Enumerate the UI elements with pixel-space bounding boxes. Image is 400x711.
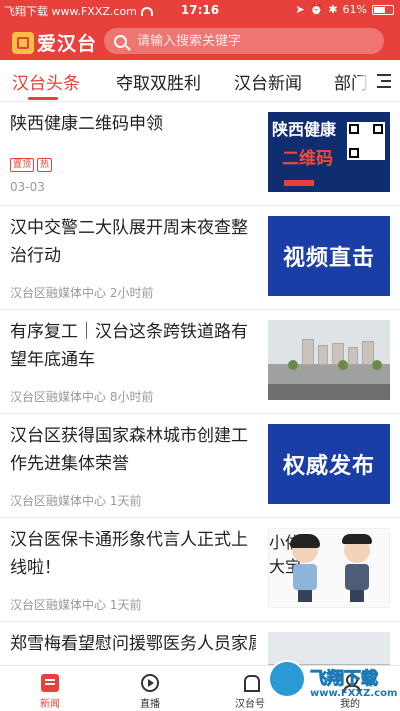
nav-label: 直播: [140, 699, 160, 710]
thumb-text: 二维码: [282, 149, 333, 169]
bluetooth-icon: ✱: [328, 3, 338, 16]
logo-text: 爱汉台: [37, 33, 98, 55]
news-item[interactable]: 有序复工｜汉台这条跨铁道路有望年底通车 汉台区融媒体中心 8小时前: [0, 310, 400, 414]
news-title: 陕西健康二维码申领: [10, 114, 163, 134]
thumb-text: 权威发布: [282, 454, 375, 479]
news-meta: 汉台区融媒体中心 1天前: [10, 598, 142, 612]
news-badges: 置顶 热: [10, 158, 53, 172]
search-input[interactable]: [137, 33, 367, 49]
status-bar: 飞翔下载 www.FXXZ.com 17:16 ➤ ⏰ ✱ 61%: [0, 0, 400, 22]
alarm-icon: ⏰: [309, 3, 324, 16]
mascot-girl: [287, 534, 323, 602]
news-meta: 汉台区融媒体中心 1天前: [10, 494, 142, 508]
active-tab-indicator: [28, 97, 58, 100]
category-tabs: 汉台头条 夺取双胜利 汉台新闻 部门: [0, 60, 400, 102]
site-watermark: 飞翔下载 www.FXXZ.com: [268, 658, 398, 708]
news-item[interactable]: 汉台医保卡通形象代言人正式上线啦！ 汉台区融媒体中心 1天前 小依 大宝: [0, 518, 400, 622]
thumb-text: 视频直击: [282, 246, 375, 271]
status-right: ➤ ⏰ ✱ 61%: [295, 3, 394, 16]
hantai-hao-icon: [241, 674, 260, 692]
news-thumbnail: 陕西健康 二维码: [268, 112, 390, 192]
search-bar[interactable]: [104, 28, 384, 54]
tab-double-victory[interactable]: 夺取双胜利: [116, 69, 201, 94]
battery-fill: [374, 6, 385, 13]
tabs-menu-icon[interactable]: [368, 60, 400, 101]
app-header: 爱汉台: [0, 22, 400, 60]
news-title: 汉台区获得国家森林城市创建工作先进集体荣誉: [10, 426, 248, 474]
news-title: 汉台医保卡通形象代言人正式上线啦！: [10, 530, 248, 578]
qr-code-icon: [347, 122, 385, 160]
tab-hantai-toutiao[interactable]: 汉台头条: [12, 69, 80, 94]
news-icon: [41, 674, 59, 692]
news-meta: 汉台区融媒体中心 2小时前: [10, 286, 154, 300]
watermark-text: 飞翔下载: [310, 669, 379, 690]
search-icon: [114, 34, 127, 48]
watermark-url: www.FXXZ.com: [310, 688, 398, 699]
news-thumbnail: [268, 320, 390, 400]
news-title: 汉中交警二大队展开周末夜查整治行动: [10, 218, 248, 266]
news-meta: 03-03: [10, 180, 45, 194]
nav-label: 新闻: [40, 699, 60, 710]
news-item[interactable]: 陕西健康二维码申领 置顶 热 03-03 陕西健康 二维码: [0, 102, 400, 206]
news-item[interactable]: 汉台区获得国家森林城市创建工作先进集体荣誉 汉台区融媒体中心 1天前 权威发布: [0, 414, 400, 518]
news-title: 有序复工｜汉台这条跨铁道路有望年底通车: [10, 322, 248, 370]
app-logo[interactable]: 爱汉台: [12, 29, 97, 56]
battery-percent: 61%: [342, 3, 367, 16]
news-thumbnail: 小依 大宝: [268, 528, 390, 608]
battery-icon: [372, 4, 394, 15]
nav-live[interactable]: 直播: [100, 666, 200, 711]
news-thumbnail: 权威发布: [268, 424, 390, 504]
mascot-boy: [339, 534, 375, 602]
news-meta: 汉台区融媒体中心 8小时前: [10, 390, 154, 404]
tab-departments[interactable]: 部门: [334, 69, 368, 94]
thumb-strip: [284, 180, 314, 186]
watermark-logo-icon: [268, 660, 306, 698]
live-icon: [141, 674, 159, 692]
nav-news[interactable]: 新闻: [0, 666, 100, 711]
news-thumbnail: 视频直击: [268, 216, 390, 296]
nav-label: 汉台号: [235, 699, 265, 710]
hot-badge: 热: [37, 158, 53, 172]
logo-icon: [12, 31, 34, 54]
tab-hantai-news[interactable]: 汉台新闻: [234, 69, 302, 94]
thumb-text: 陕西健康: [272, 120, 337, 139]
location-icon: ➤: [295, 3, 305, 16]
news-item[interactable]: 汉中交警二大队展开周末夜查整治行动 汉台区融媒体中心 2小时前 视频直击: [0, 206, 400, 310]
news-title: 郑雪梅看望慰问援鄂医务人员家属: [10, 634, 256, 654]
pinned-badge: 置顶: [10, 158, 35, 172]
